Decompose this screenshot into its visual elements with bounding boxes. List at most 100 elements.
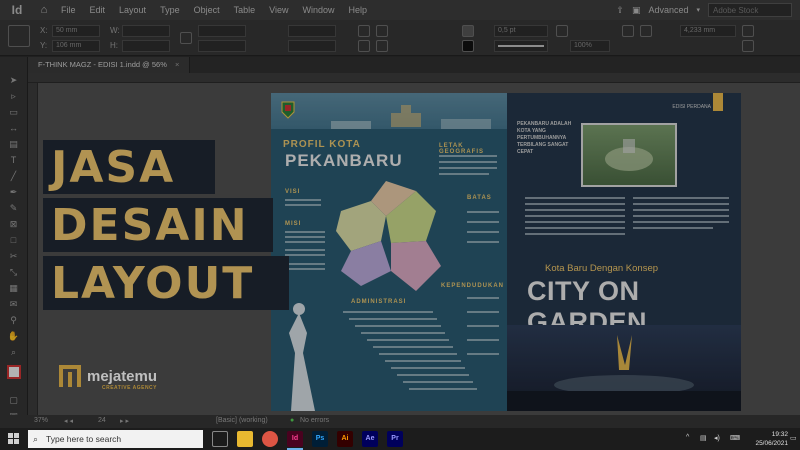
text-line <box>633 197 729 199</box>
preflight-profile[interactable]: [Basic] (working) <box>216 417 268 424</box>
scale-x-field[interactable] <box>198 25 246 37</box>
shear-field[interactable] <box>288 40 336 52</box>
vertical-ruler[interactable] <box>28 83 38 415</box>
page-forward-icon[interactable]: ▸ ▸ <box>120 417 129 425</box>
zoom-level[interactable]: 37% <box>34 417 48 424</box>
windows-start-icon[interactable] <box>8 433 19 444</box>
rectangle-tool-icon[interactable]: □ <box>7 235 20 245</box>
volume-icon[interactable]: ◂) <box>714 434 720 442</box>
rotate-icon[interactable] <box>358 25 370 37</box>
network-icon[interactable]: ▤ <box>700 434 707 442</box>
menu-edit[interactable]: Edit <box>83 5 113 15</box>
h-field[interactable] <box>122 40 170 52</box>
chevron-down-icon[interactable]: ▾ <box>696 6 700 14</box>
note-tool-icon[interactable]: ✉ <box>7 299 20 309</box>
rotate-field[interactable] <box>288 25 336 37</box>
align-icon[interactable] <box>640 25 652 37</box>
page-right[interactable]: EDISI PERDANA PEKANBARU ADALAH KOTA YANG… <box>507 93 741 411</box>
system-clock[interactable]: 19:32 25/06/2021 <box>755 430 788 448</box>
preflight-errors[interactable]: No errors <box>300 417 329 424</box>
city-skyline-image <box>271 93 507 143</box>
type-tool-icon[interactable]: T <box>7 155 20 165</box>
stroke-weight-field[interactable]: 0,5 pt <box>494 25 548 37</box>
opacity-field[interactable]: 100% <box>570 40 610 52</box>
close-icon[interactable]: × <box>175 60 179 69</box>
document-tab[interactable]: F-THINK MAGZ - EDISI 1.indd @ 56% × <box>28 57 191 73</box>
page-navigation-icon[interactable]: ◂ ◂ <box>64 417 73 425</box>
pencil-tool-icon[interactable]: ✎ <box>7 203 20 213</box>
gradient-tool-icon[interactable]: ▦ <box>7 283 20 293</box>
effects-icon[interactable] <box>556 25 568 37</box>
menu-object[interactable]: Object <box>187 5 227 15</box>
aerial-photo <box>581 123 677 187</box>
content-collector-icon[interactable]: ▤ <box>7 139 20 149</box>
menu-file[interactable]: File <box>54 5 83 15</box>
rectangle-frame-icon[interactable]: ⊠ <box>7 219 20 229</box>
file-explorer-icon[interactable] <box>237 431 253 447</box>
reference-point-icon[interactable] <box>8 25 30 47</box>
share-icon[interactable]: ⇪ <box>616 5 624 16</box>
text-line <box>525 221 625 223</box>
menu-view[interactable]: View <box>262 5 295 15</box>
gap-tool-icon[interactable]: ↔ <box>7 123 20 133</box>
w-field[interactable] <box>122 25 170 37</box>
photoshop-icon[interactable]: Ps <box>312 431 328 447</box>
menu-table[interactable]: Table <box>227 5 263 15</box>
adobe-stock-search[interactable]: Adobe Stock <box>708 3 792 17</box>
x-field[interactable]: 50 mm <box>52 25 100 37</box>
text-line <box>633 227 713 229</box>
stroke-type-selector[interactable] <box>494 40 548 52</box>
frame-fitting-icon[interactable] <box>742 25 754 37</box>
menu-window[interactable]: Window <box>295 5 341 15</box>
stroke-swatch-icon[interactable] <box>462 40 474 52</box>
transform-tool-icon[interactable]: ⤡ <box>7 267 20 277</box>
line-tool-icon[interactable]: ╱ <box>7 171 20 181</box>
scissors-tool-icon[interactable]: ✂ <box>7 251 20 261</box>
fill-stroke-icon[interactable] <box>7 365 21 379</box>
taskbar-search[interactable]: ⌕ Type here to search <box>28 430 203 448</box>
arrange-icon[interactable]: ▣ <box>632 5 641 16</box>
menu-bar: Id ⌂ File Edit Layout Type Object Table … <box>0 0 800 20</box>
page-left[interactable]: PROFIL KOTA PEKANBARU LETAK GEOGRAFIS VI… <box>271 93 507 411</box>
tray-chevron-icon[interactable]: ^ <box>686 434 689 441</box>
chrome-icon[interactable] <box>262 431 278 447</box>
text-wrap-icon[interactable] <box>622 25 634 37</box>
fill-swatch-icon[interactable] <box>462 25 474 37</box>
pen-tool-icon[interactable]: ✒ <box>7 187 20 197</box>
menu-layout[interactable]: Layout <box>112 5 153 15</box>
y-field[interactable]: 106 mm <box>52 40 100 52</box>
indesign-taskbar-icon[interactable]: Id <box>287 431 303 447</box>
task-view-icon[interactable] <box>212 431 228 447</box>
page-tool-icon[interactable]: ▭ <box>7 107 20 117</box>
hand-tool-icon[interactable]: ✋ <box>7 331 20 341</box>
horizontal-ruler[interactable] <box>28 73 800 83</box>
notification-icon[interactable]: ▭ <box>790 434 797 442</box>
h-label: H: <box>110 41 118 50</box>
keyboard-icon[interactable]: ⌨ <box>730 434 740 442</box>
auto-fit-icon[interactable] <box>742 40 754 52</box>
zoom-tool-icon[interactable]: ⌕ <box>7 347 20 357</box>
search-icon: ⌕ <box>33 434 39 444</box>
view-mode-icon[interactable]: ▢ <box>7 395 20 405</box>
text-line <box>285 263 325 265</box>
workspace-switcher[interactable]: Advanced <box>648 5 688 15</box>
constrain-proportions-icon[interactable] <box>180 32 192 44</box>
text-line <box>285 204 321 206</box>
flip-icon[interactable] <box>376 25 388 37</box>
menu-help[interactable]: Help <box>341 5 374 15</box>
select-container-icon[interactable] <box>358 40 370 52</box>
scale-y-field[interactable] <box>198 40 246 52</box>
premiere-icon[interactable]: Pr <box>387 431 403 447</box>
eyedropper-tool-icon[interactable]: ⚲ <box>7 315 20 325</box>
text-line <box>349 318 437 320</box>
page-number[interactable]: 24 <box>98 417 106 424</box>
dimension-field[interactable]: 4,233 mm <box>680 25 736 37</box>
home-icon[interactable]: ⌂ <box>34 4 54 16</box>
select-content-icon[interactable] <box>376 40 388 52</box>
selection-tool-icon[interactable]: ➤ <box>7 75 20 85</box>
text-line <box>633 209 729 211</box>
menu-type[interactable]: Type <box>153 5 187 15</box>
direct-selection-icon[interactable]: ▹ <box>7 91 20 101</box>
illustrator-icon[interactable]: Ai <box>337 431 353 447</box>
after-effects-icon[interactable]: Ae <box>362 431 378 447</box>
